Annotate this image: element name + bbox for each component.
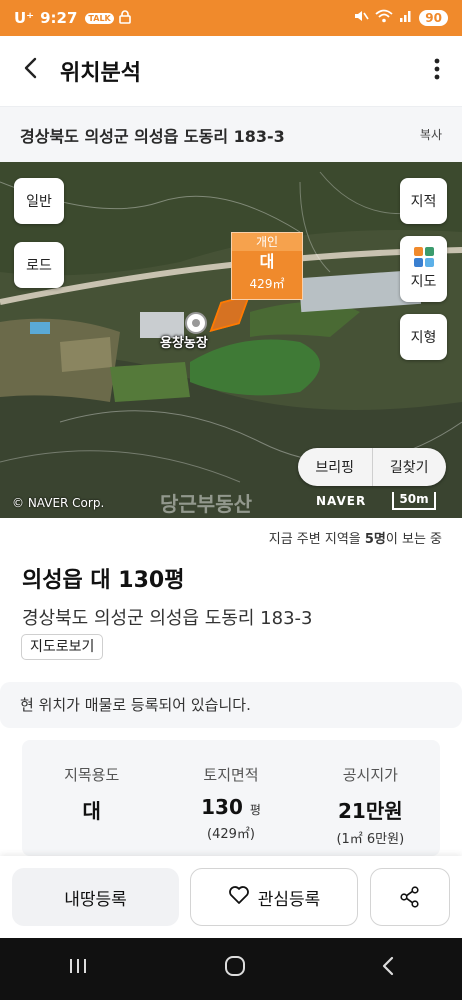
poi-label: 용창농장 bbox=[160, 336, 208, 351]
satellite-map[interactable]: 일반 로드 지적 지도 지형 개인 대 429㎡ 용창농장 브리핑 길찾기 © … bbox=[0, 162, 462, 518]
view-on-map-button[interactable]: 지도로보기 bbox=[21, 634, 104, 660]
status-bar: U⁺ 9:27 TALK 90 bbox=[0, 0, 462, 36]
stat-unit: 평 bbox=[249, 803, 261, 817]
marker-owner: 개인 bbox=[232, 233, 302, 251]
carrier-label: U⁺ bbox=[14, 9, 35, 27]
system-nav-bar bbox=[0, 938, 462, 1000]
stat-sub: (1㎡ 6만원) bbox=[336, 832, 405, 847]
stat-sub: (429㎡) bbox=[207, 827, 255, 842]
battery-indicator: 90 bbox=[419, 10, 448, 26]
marker-jimok: 대 bbox=[259, 252, 275, 271]
share-icon bbox=[400, 886, 419, 908]
home-circle-icon[interactable] bbox=[223, 954, 247, 984]
wifi-icon bbox=[375, 9, 393, 27]
map-kind-label: 지도 bbox=[410, 274, 437, 290]
back-chevron-icon[interactable] bbox=[380, 955, 396, 983]
chevron-left-icon bbox=[24, 57, 37, 79]
copy-button[interactable]: 복사 bbox=[420, 126, 442, 143]
share-button[interactable] bbox=[370, 868, 450, 926]
address-bar: 경상북도 의성군 의성읍 도동리 183-3 복사 bbox=[0, 106, 462, 162]
stat-value: 21만원 bbox=[301, 795, 440, 824]
stat-label: 공시지가 bbox=[342, 766, 398, 784]
map-action-group: 브리핑 길찾기 bbox=[298, 448, 446, 486]
address-text: 경상북도 의성군 의성읍 도동리 183-3 bbox=[20, 126, 285, 146]
stat-jimok: 지목용도 대 bbox=[22, 740, 161, 856]
more-button[interactable] bbox=[412, 58, 462, 85]
stat-label: 토지면적 bbox=[203, 766, 259, 784]
terrain-button[interactable]: 지형 bbox=[400, 314, 447, 360]
stat-label: 지목용도 bbox=[64, 766, 120, 784]
add-interest-label: 관심등록 bbox=[257, 889, 321, 910]
stat-value-number: 대 bbox=[82, 799, 101, 823]
marker-area: 429㎡ bbox=[249, 277, 285, 291]
mute-icon bbox=[353, 9, 369, 27]
map-copyright: © NAVER Corp. bbox=[12, 496, 105, 510]
directions-button[interactable]: 길찾기 bbox=[373, 457, 447, 477]
viewer-count-text: 지금 주변 지역을 5명이 보는 중 bbox=[0, 528, 442, 547]
land-stats-card: 지목용도 대 토지면적 130 평 (429㎡) 공시지가 21만원 (1㎡ 6… bbox=[22, 740, 440, 856]
bottom-action-bar: 내땅등록 관심등록 bbox=[0, 856, 462, 938]
lock-icon bbox=[118, 9, 131, 27]
land-title: 의성읍 대 130평 bbox=[22, 568, 185, 593]
more-vertical-icon bbox=[434, 58, 440, 79]
watermark: 당근부동산 bbox=[160, 492, 252, 516]
stat-land-area: 토지면적 130 평 (429㎡) bbox=[161, 740, 300, 856]
poi-pin-icon[interactable] bbox=[185, 312, 207, 334]
register-my-land-button[interactable]: 내땅등록 bbox=[12, 868, 179, 926]
map-layers-icon bbox=[413, 247, 434, 267]
app-header: 위치분석 bbox=[0, 36, 462, 106]
land-address: 경상북도 의성군 의성읍 도동리 183-3 bbox=[22, 608, 313, 629]
map-type-general-button[interactable]: 일반 bbox=[14, 178, 64, 224]
viewers-suffix: 이 보는 중 bbox=[385, 532, 442, 547]
cadastral-button[interactable]: 지적 bbox=[400, 178, 447, 224]
page-title: 위치분석 bbox=[60, 61, 141, 86]
parcel-marker[interactable]: 개인 대 429㎡ bbox=[231, 232, 303, 300]
stat-value-number: 21만원 bbox=[338, 799, 403, 823]
naver-logo: NAVER bbox=[316, 494, 367, 508]
briefing-button[interactable]: 브리핑 bbox=[298, 457, 372, 477]
signal-icon bbox=[399, 9, 413, 27]
kakaotalk-icon: TALK bbox=[85, 12, 114, 24]
recents-icon[interactable] bbox=[66, 956, 90, 982]
stat-value: 대 bbox=[22, 795, 161, 824]
map-type-road-button[interactable]: 로드 bbox=[14, 242, 64, 288]
heart-outline-icon bbox=[228, 885, 250, 910]
viewers-count: 5명 bbox=[364, 532, 386, 547]
map-scale: 50m bbox=[392, 492, 436, 510]
add-interest-button[interactable]: 관심등록 bbox=[190, 868, 358, 926]
status-time: 9:27 bbox=[40, 9, 78, 27]
listing-notice: 현 위치가 매물로 등록되어 있습니다. bbox=[0, 682, 462, 728]
stat-value-number: 130 bbox=[201, 795, 243, 819]
map-kind-button[interactable]: 지도 bbox=[400, 236, 447, 302]
viewers-prefix: 지금 주변 지역을 bbox=[268, 532, 365, 547]
back-button[interactable] bbox=[0, 56, 60, 86]
stat-value: 130 평 bbox=[161, 795, 300, 819]
stat-official-price: 공시지가 21만원 (1㎡ 6만원) bbox=[301, 740, 440, 856]
